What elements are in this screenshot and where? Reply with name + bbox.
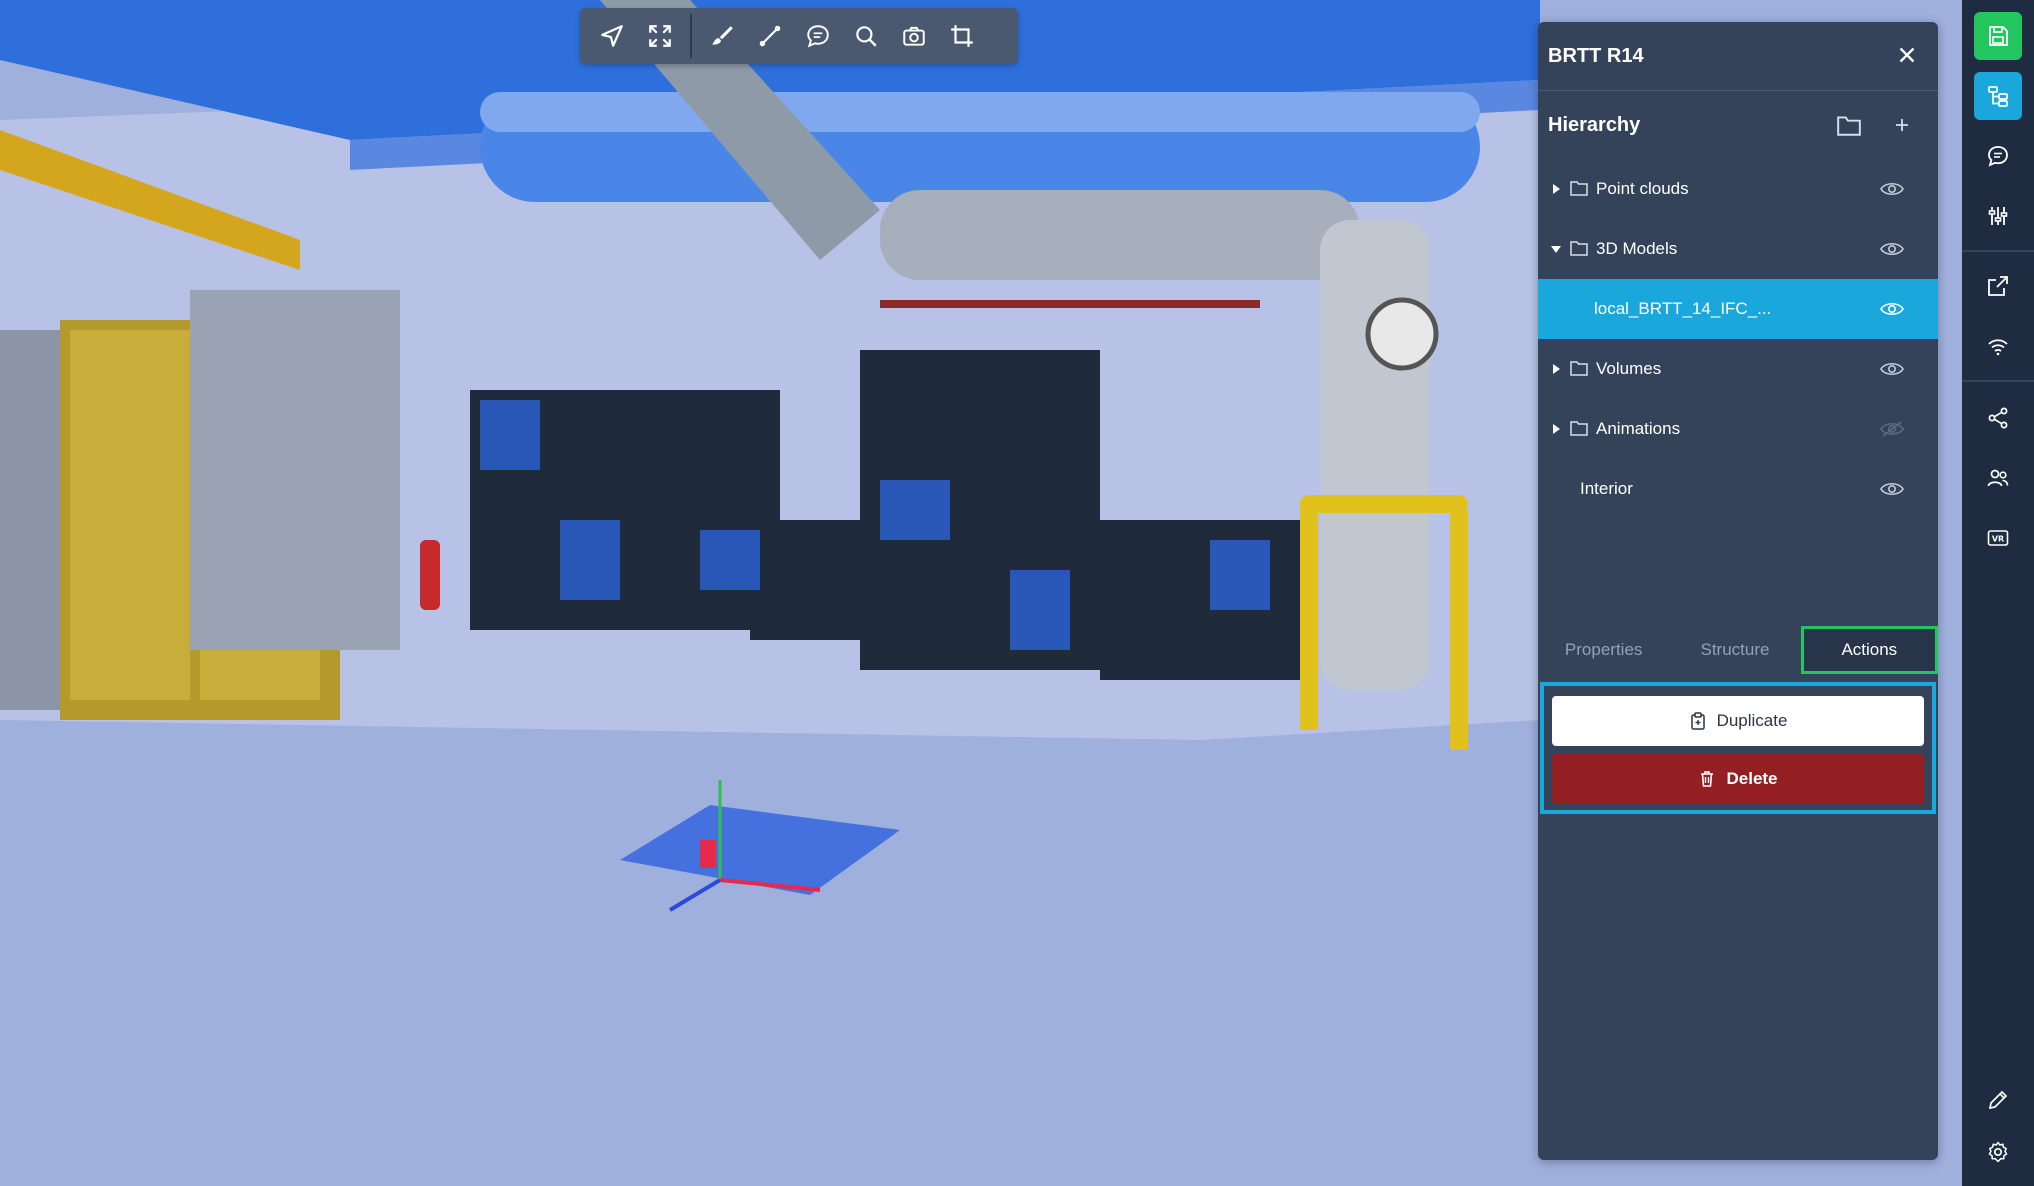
panel-header: BRTT R14 [1538, 22, 1938, 91]
duplicate-button[interactable]: Duplicate [1552, 696, 1924, 746]
toolbar-divider [690, 14, 692, 58]
crop-icon [951, 25, 973, 47]
tree-item-3d-models[interactable]: 3D Models [1538, 219, 1938, 279]
users-button[interactable] [1974, 454, 2022, 502]
eye-icon[interactable] [1880, 240, 1904, 258]
settings-sliders-button[interactable] [1974, 192, 2022, 240]
folder-icon [1570, 361, 1588, 376]
actions-section: Duplicate Delete [1540, 682, 1936, 814]
users-icon [1987, 469, 2009, 487]
brush-icon [712, 26, 733, 45]
caret-right-icon[interactable] [1550, 423, 1562, 435]
caret-right-icon[interactable] [1550, 183, 1562, 195]
share-button[interactable] [1974, 394, 2022, 442]
tree-item-point-clouds[interactable]: Point clouds [1538, 159, 1938, 219]
comment-button[interactable] [794, 12, 842, 60]
tree-item-label: Volumes [1596, 359, 1662, 378]
search-icon [856, 26, 877, 47]
hierarchy-title: Hierarchy [1548, 113, 1641, 136]
viewer-toolbar [580, 8, 1018, 64]
brush-button[interactable] [698, 12, 746, 60]
camera-icon [903, 26, 925, 46]
tree-item-interior[interactable]: Interior [1538, 459, 1938, 519]
right-icon-rail: VR [1962, 0, 2034, 1186]
hierarchy-panel: BRTT R14 Hierarchy Point clouds 3D Model… [1538, 22, 1938, 1160]
settings-icon [1988, 1141, 2008, 1163]
save-icon [1989, 26, 2008, 46]
folder-icon[interactable] [1836, 113, 1862, 137]
hierarchy-icon [1988, 86, 2008, 107]
rail-divider [1962, 250, 2034, 252]
folder-icon [1570, 181, 1588, 196]
navigate-button[interactable] [588, 12, 636, 60]
caret-right-icon[interactable] [1550, 363, 1562, 375]
tree-item-volumes[interactable]: Volumes [1538, 339, 1938, 399]
wifi-button[interactable] [1974, 322, 2022, 370]
pen-icon [1988, 1090, 2008, 1110]
tree-item-label: Interior [1580, 479, 1633, 498]
tree-item-label: Point clouds [1596, 179, 1689, 198]
external-link-icon [1988, 276, 2008, 296]
measure-icon [759, 25, 781, 47]
delete-label: Delete [1726, 769, 1778, 788]
caret-down-icon[interactable] [1550, 243, 1562, 255]
eye-icon[interactable] [1880, 360, 1904, 378]
folder-icon [1570, 421, 1588, 436]
panel-tabs: Properties Structure Actions [1538, 626, 1938, 674]
wifi-icon [1988, 339, 2008, 356]
fullscreen-button[interactable] [636, 12, 684, 60]
trash-icon [1701, 771, 1714, 787]
add-icon[interactable] [1892, 115, 1912, 135]
hierarchy-header: Hierarchy [1538, 91, 1938, 159]
rail-divider [1962, 380, 2034, 382]
tree-item-animations[interactable]: Animations [1538, 399, 1938, 459]
comments-icon [1988, 146, 2008, 167]
tab-properties[interactable]: Properties [1538, 626, 1669, 674]
hierarchy-button[interactable] [1974, 72, 2022, 120]
svg-text:VR: VR [1992, 535, 2004, 544]
folder-icon [1570, 241, 1588, 256]
eye-icon[interactable] [1880, 180, 1904, 198]
vr-button[interactable]: VR [1974, 514, 2022, 562]
comment-icon [807, 25, 829, 48]
measure-button[interactable] [746, 12, 794, 60]
fullscreen-icon [649, 25, 671, 47]
sliders-icon [1988, 207, 2008, 225]
tree-item-label: local_BRTT_14_IFC_... [1594, 299, 1772, 318]
tree-item-label: 3D Models [1596, 239, 1678, 258]
navigate-icon [601, 25, 623, 47]
eye-icon[interactable] [1880, 480, 1904, 498]
crop-button[interactable] [938, 12, 986, 60]
duplicate-label: Duplicate [1716, 711, 1788, 730]
external-link-button[interactable] [1974, 262, 2022, 310]
vr-icon: VR [1987, 530, 2009, 546]
tab-structure[interactable]: Structure [1669, 626, 1800, 674]
save-button[interactable] [1974, 12, 2022, 60]
tree-item-local-model[interactable]: local_BRTT_14_IFC_... [1538, 279, 1938, 339]
settings-button[interactable] [1974, 1128, 2022, 1176]
panel-title: BRTT R14 [1548, 44, 1644, 67]
tab-actions[interactable]: Actions [1800, 626, 1938, 674]
edit-button[interactable] [1974, 1076, 2022, 1124]
eye-off-icon[interactable] [1880, 420, 1904, 438]
comments-button[interactable] [1974, 132, 2022, 180]
close-icon[interactable] [1894, 42, 1920, 68]
clipboard-icon [1690, 712, 1705, 730]
search-button[interactable] [842, 12, 890, 60]
share-icon [1988, 407, 2008, 429]
eye-icon[interactable] [1880, 300, 1904, 318]
delete-button[interactable]: Delete [1552, 754, 1924, 804]
screenshot-button[interactable] [890, 12, 938, 60]
tree-item-label: Animations [1596, 419, 1681, 438]
